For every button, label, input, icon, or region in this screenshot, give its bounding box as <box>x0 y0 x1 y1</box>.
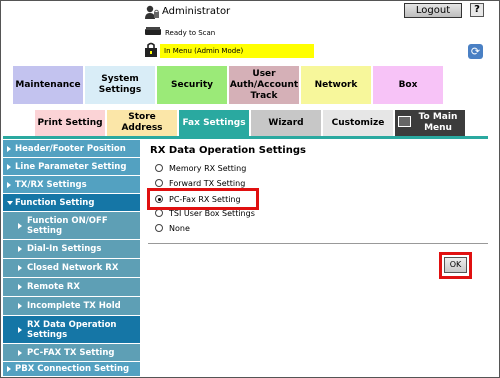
sidebar-item-pbx-connection[interactable]: PBX Connection Setting <box>3 362 140 376</box>
tab-box[interactable]: Box <box>373 66 443 104</box>
sidebar-item-header-footer[interactable]: Header/Footer Position <box>3 140 140 158</box>
tab-user-auth[interactable]: User Auth/Account Track <box>229 66 299 104</box>
divider <box>148 243 488 244</box>
scanner-icon <box>145 27 161 35</box>
tab-system-settings[interactable]: System Settings <box>85 66 155 104</box>
tab-fax-settings[interactable]: Fax Settings <box>179 110 249 136</box>
sidebar-item-function-onoff[interactable]: Function ON/OFF Setting <box>3 212 140 240</box>
sidebar-item-label: Closed Network RX <box>27 263 119 273</box>
sidebar-item-remote-rx[interactable]: Remote RX <box>3 278 140 297</box>
user-label: Administrator <box>162 6 231 17</box>
arrow-right-icon <box>18 284 22 290</box>
sidebar-item-txrx-settings[interactable]: TX/RX Settings <box>3 176 140 194</box>
sidebar-item-incomplete-tx[interactable]: Incomplete TX Hold <box>3 297 140 316</box>
tab-network[interactable]: Network <box>301 66 371 104</box>
sidebar-item-dial-in[interactable]: Dial-In Settings <box>3 240 140 259</box>
sidebar-item-label: Dial-In Settings <box>27 244 102 254</box>
option-label: Memory RX Setting <box>169 163 247 173</box>
sidebar-item-closed-network[interactable]: Closed Network RX <box>3 259 140 278</box>
tab-print-setting[interactable]: Print Setting <box>35 110 105 136</box>
sidebar-item-line-parameter[interactable]: Line Parameter Setting <box>3 158 140 176</box>
tab-customize[interactable]: Customize <box>323 110 393 136</box>
lock-icon <box>145 42 157 57</box>
radio-button[interactable] <box>155 224 163 232</box>
to-main-menu-label: To Main Menu <box>418 112 458 133</box>
sidebar-item-label: Function Setting <box>15 197 95 208</box>
tab-store-address[interactable]: Store Address <box>107 110 177 136</box>
arrow-right-icon <box>18 246 22 252</box>
arrow-right-icon <box>18 349 22 356</box>
tab-wizard[interactable]: Wizard <box>251 110 321 136</box>
sidebar-item-label: Incomplete TX Hold <box>27 301 121 311</box>
radio-button[interactable] <box>155 179 163 187</box>
option-label: Forward TX Setting <box>169 178 246 188</box>
arrow-right-icon <box>7 163 11 170</box>
sidebar-item-label: RX Data Operation Settings <box>27 319 117 340</box>
sidebar: Header/Footer Position Line Parameter Se… <box>3 140 140 376</box>
arrow-right-icon <box>7 181 11 188</box>
arrow-right-icon <box>18 326 22 333</box>
tab-maintenance[interactable]: Maintenance <box>13 66 83 104</box>
radio-button[interactable] <box>155 209 163 217</box>
sidebar-item-function-setting[interactable]: Function Setting <box>3 194 140 212</box>
sidebar-item-pc-fax-tx[interactable]: PC-FAX TX Setting <box>3 344 140 362</box>
admin-mode-bar: In Menu (Admin Mode) <box>160 44 314 58</box>
radio-button[interactable] <box>155 164 163 172</box>
sidebar-item-label: TX/RX Settings <box>15 179 87 190</box>
ok-button[interactable]: OK <box>444 257 467 273</box>
page-title: RX Data Operation Settings <box>150 145 306 156</box>
tab-security[interactable]: Security <box>157 66 227 104</box>
arrow-right-icon <box>7 366 11 372</box>
sidebar-item-label: PBX Connection Setting <box>15 364 130 374</box>
sidebar-item-label: Function ON/OFF Setting <box>27 215 108 236</box>
refresh-icon[interactable]: ⟳ <box>468 44 483 59</box>
logout-button[interactable]: Logout <box>404 3 462 18</box>
sidebar-item-label: Line Parameter Setting <box>15 161 127 172</box>
sidebar-item-label: Remote RX <box>27 282 80 292</box>
arrow-down-icon <box>7 200 13 205</box>
admin-user-icon <box>145 5 159 19</box>
tab-to-main-menu[interactable]: To Main Menu <box>395 110 465 136</box>
sidebar-item-label: Header/Footer Position <box>15 143 126 154</box>
arrow-right-icon <box>18 265 22 271</box>
option-memory-rx[interactable]: Memory RX Setting <box>155 162 246 174</box>
arrow-right-icon <box>18 303 22 309</box>
arrow-right-icon <box>18 222 22 229</box>
highlight-pc-fax-option <box>147 188 259 210</box>
sidebar-item-rx-data-operation[interactable]: RX Data Operation Settings <box>3 316 140 344</box>
tab-underline <box>3 136 488 139</box>
option-label: None <box>169 223 190 233</box>
arrow-right-icon <box>7 145 11 152</box>
sidebar-item-label: PC-FAX TX Setting <box>27 347 115 358</box>
monitor-icon <box>398 116 411 127</box>
status-label: Ready to Scan <box>165 29 216 37</box>
option-none[interactable]: None <box>155 222 190 234</box>
help-button[interactable]: ? <box>470 3 484 17</box>
